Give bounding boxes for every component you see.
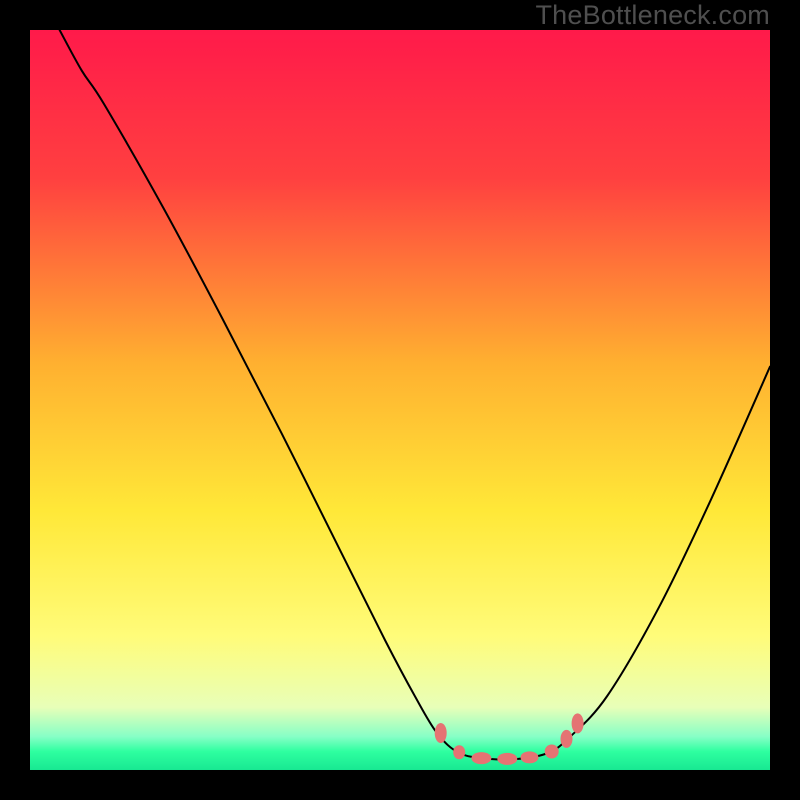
valley-marker (471, 752, 491, 764)
valley-marker (572, 713, 584, 733)
chart-svg (30, 30, 770, 770)
plot-area (30, 30, 770, 770)
valley-marker (453, 745, 465, 759)
chart-frame: TheBottleneck.com (0, 0, 800, 800)
valley-marker (521, 751, 539, 763)
valley-marker (561, 730, 573, 748)
valley-marker (545, 745, 559, 759)
valley-marker (435, 723, 447, 743)
valley-marker (497, 753, 517, 765)
watermark-text: TheBottleneck.com (535, 0, 770, 31)
gradient-background (30, 30, 770, 770)
